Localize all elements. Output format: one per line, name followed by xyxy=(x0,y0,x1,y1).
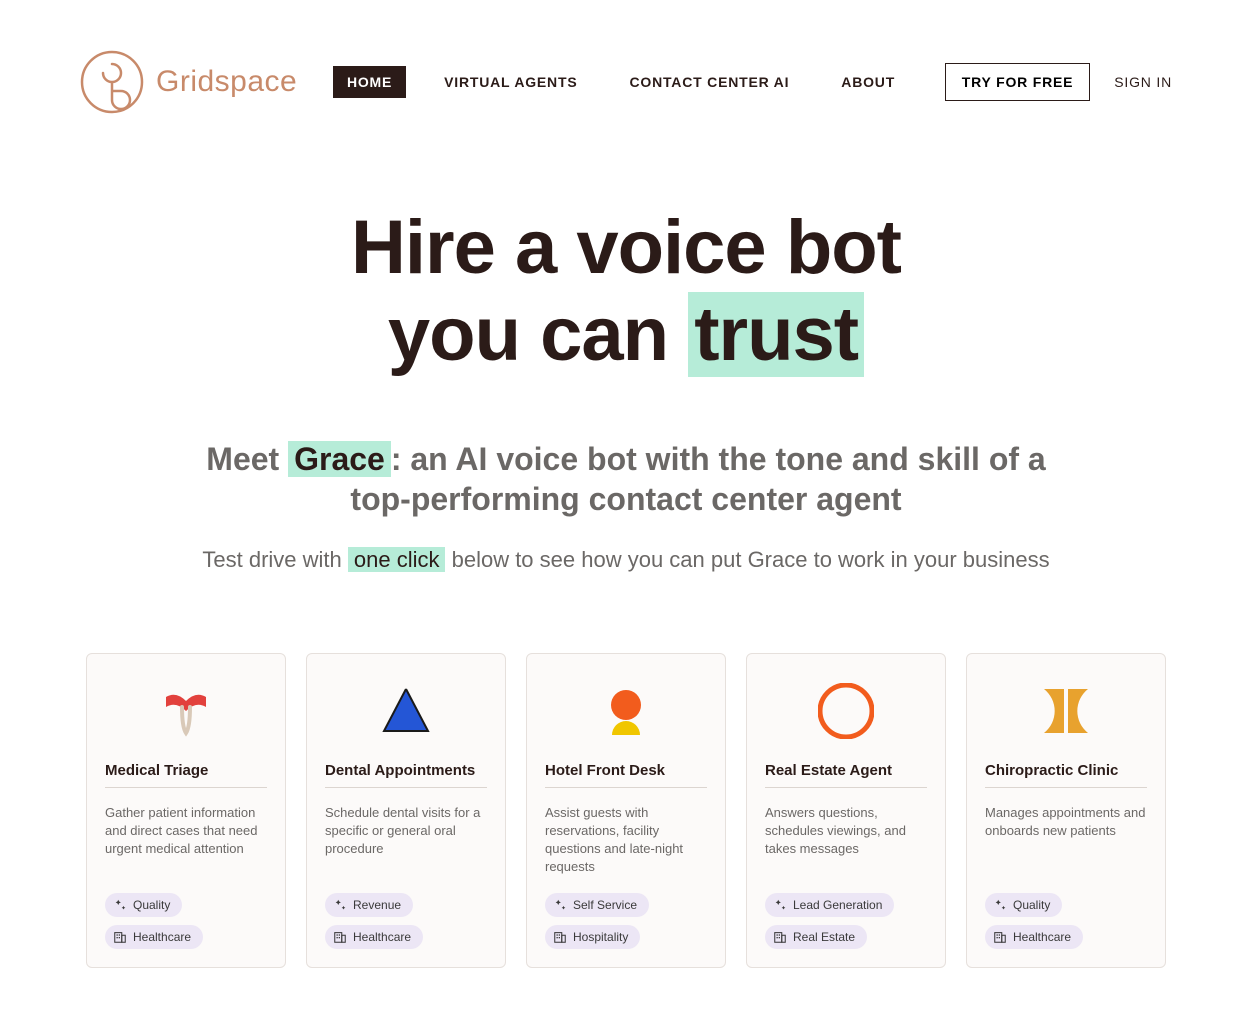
card-title: Chiropractic Clinic xyxy=(985,762,1147,788)
building-icon xyxy=(333,930,347,944)
subhead-post: : an AI voice bot with the tone and skil… xyxy=(350,441,1045,517)
hotel-icon xyxy=(545,680,707,742)
logo-icon xyxy=(80,50,144,114)
hero-tagline: Test drive with one click below to see h… xyxy=(80,547,1172,573)
tag-label: Revenue xyxy=(353,898,401,912)
main-nav: HOME VIRTUAL AGENTS CONTACT CENTER AI AB… xyxy=(333,66,909,98)
sparkle-icon xyxy=(333,898,347,912)
tag-healthcare: Healthcare xyxy=(325,925,423,949)
brand-name: Gridspace xyxy=(156,65,297,99)
hero-title-line1: Hire a voice bot xyxy=(351,205,901,290)
card-dental-appointments[interactable]: Dental Appointments Schedule dental visi… xyxy=(306,653,506,968)
card-chiropractic-clinic[interactable]: Chiropractic Clinic Manages appointments… xyxy=(966,653,1166,968)
dental-icon xyxy=(325,680,487,742)
tag-real-estate: Real Estate xyxy=(765,925,867,949)
tag-label: Quality xyxy=(1013,898,1050,912)
card-tags: Revenue Healthcare xyxy=(325,893,487,949)
try-for-free-button[interactable]: TRY FOR FREE xyxy=(945,63,1091,101)
chiro-icon xyxy=(985,680,1147,742)
medical-icon xyxy=(105,680,267,742)
tag-label: Healthcare xyxy=(133,930,191,944)
tag-label: Real Estate xyxy=(793,930,855,944)
use-case-cards: Medical Triage Gather patient informatio… xyxy=(0,603,1252,1028)
card-desc: Gather patient information and direct ca… xyxy=(105,804,267,877)
tag-quality: Quality xyxy=(105,893,182,917)
card-real-estate-agent[interactable]: Real Estate Agent Answers questions, sch… xyxy=(746,653,946,968)
tag-healthcare: Healthcare xyxy=(105,925,203,949)
hero-title-highlight: trust xyxy=(688,292,864,377)
sparkle-icon xyxy=(113,898,127,912)
header: Gridspace HOME VIRTUAL AGENTS CONTACT CE… xyxy=(0,0,1252,154)
card-tags: Self Service Hospitality xyxy=(545,893,707,949)
tag-label: Healthcare xyxy=(1013,930,1071,944)
card-tags: Quality Healthcare xyxy=(105,893,267,949)
card-title: Real Estate Agent xyxy=(765,762,927,788)
building-icon xyxy=(113,930,127,944)
tag-lead-generation: Lead Generation xyxy=(765,893,894,917)
nav-virtual-agents[interactable]: VIRTUAL AGENTS xyxy=(430,66,591,98)
tag-label: Hospitality xyxy=(573,930,628,944)
header-actions: TRY FOR FREE SIGN IN xyxy=(945,63,1172,101)
tag-quality: Quality xyxy=(985,893,1062,917)
building-icon xyxy=(993,930,1007,944)
card-title: Medical Triage xyxy=(105,762,267,788)
card-desc: Assist guests with reservations, facilit… xyxy=(545,804,707,877)
sparkle-icon xyxy=(993,898,1007,912)
nav-home[interactable]: HOME xyxy=(333,66,406,98)
nav-contact-center-ai[interactable]: CONTACT CENTER AI xyxy=(615,66,803,98)
tagline-post: below to see how you can put Grace to wo… xyxy=(445,547,1049,572)
tagline-pre: Test drive with xyxy=(202,547,348,572)
card-desc: Schedule dental visits for a specific or… xyxy=(325,804,487,877)
tagline-highlight: one click xyxy=(348,547,446,572)
tag-revenue: Revenue xyxy=(325,893,413,917)
tag-label: Quality xyxy=(133,898,170,912)
sparkle-icon xyxy=(553,898,567,912)
logo[interactable]: Gridspace xyxy=(80,50,297,114)
card-title: Dental Appointments xyxy=(325,762,487,788)
sign-in-link[interactable]: SIGN IN xyxy=(1114,74,1172,90)
subhead-pre: Meet xyxy=(206,441,288,477)
tag-self-service: Self Service xyxy=(545,893,649,917)
tag-label: Healthcare xyxy=(353,930,411,944)
card-tags: Lead Generation Real Estate xyxy=(765,893,927,949)
building-icon xyxy=(553,930,567,944)
hero-title: Hire a voice bot you can trust xyxy=(80,204,1172,379)
card-desc: Answers questions, schedules viewings, a… xyxy=(765,804,927,877)
card-medical-triage[interactable]: Medical Triage Gather patient informatio… xyxy=(86,653,286,968)
card-hotel-front-desk[interactable]: Hotel Front Desk Assist guests with rese… xyxy=(526,653,726,968)
subhead-highlight: Grace xyxy=(288,441,391,477)
hero-subhead: Meet Grace: an AI voice bot with the ton… xyxy=(186,439,1066,519)
tag-healthcare: Healthcare xyxy=(985,925,1083,949)
card-tags: Quality Healthcare xyxy=(985,893,1147,949)
sparkle-icon xyxy=(773,898,787,912)
tag-label: Self Service xyxy=(573,898,637,912)
hero-title-line2-pre: you can xyxy=(388,292,688,377)
card-desc: Manages appointments and onboards new pa… xyxy=(985,804,1147,877)
nav-about[interactable]: ABOUT xyxy=(827,66,909,98)
card-title: Hotel Front Desk xyxy=(545,762,707,788)
hero: Hire a voice bot you can trust Meet Grac… xyxy=(0,154,1252,603)
tag-label: Lead Generation xyxy=(793,898,882,912)
tag-hospitality: Hospitality xyxy=(545,925,640,949)
building-icon xyxy=(773,930,787,944)
realestate-icon xyxy=(765,680,927,742)
